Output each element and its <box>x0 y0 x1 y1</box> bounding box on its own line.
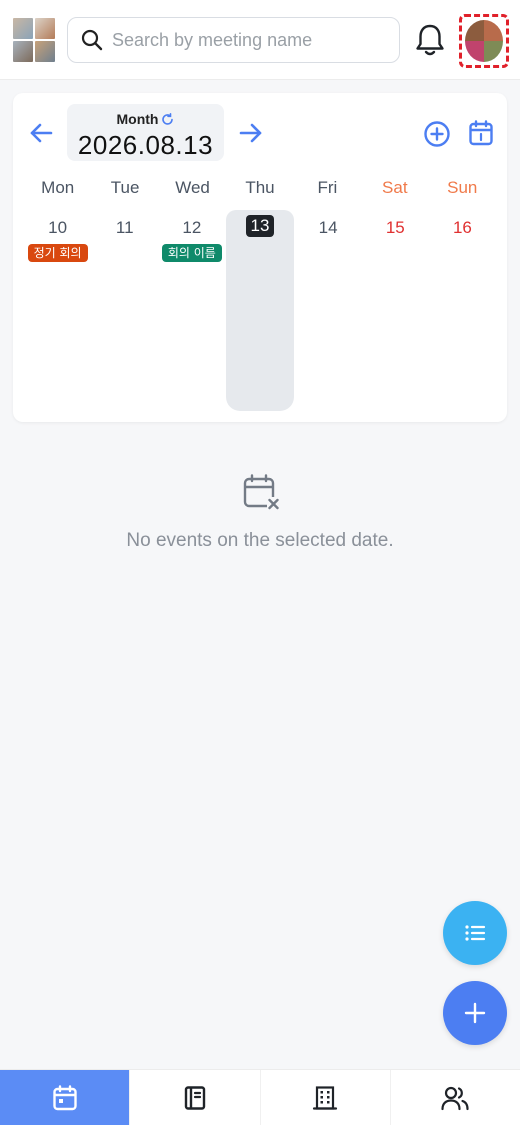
weekday-sat: Sat <box>382 178 408 197</box>
add-meeting-button[interactable] <box>443 981 507 1045</box>
plus-icon <box>464 1002 486 1024</box>
list-view-button[interactable] <box>443 901 507 965</box>
day-number: 16 <box>452 218 472 237</box>
day-cell[interactable]: 16 <box>429 210 496 411</box>
weekday-mon: Mon <box>41 178 75 197</box>
tab-notes[interactable] <box>130 1070 261 1125</box>
weekday-thu: Thu <box>245 178 275 197</box>
bell-icon[interactable] <box>413 22 447 58</box>
arrow-right-icon[interactable] <box>237 119 265 147</box>
refresh-icon <box>162 112 174 125</box>
calendar-card: Month 2026.08.13 Mon Tue Wed Thu Fri Sat… <box>13 93 507 422</box>
day-cell[interactable]: 11 <box>91 210 158 411</box>
event-tag[interactable]: 정기 회의 <box>27 244 88 262</box>
day-cell-today[interactable]: 13 <box>226 210 294 411</box>
search-input[interactable] <box>112 29 382 51</box>
view-mode-label: Month <box>116 111 159 127</box>
users-icon <box>441 1086 469 1110</box>
tab-members[interactable] <box>391 1070 520 1125</box>
page: Month 2026.08.13 Mon <box>0 0 520 1125</box>
tab-calendar[interactable] <box>0 1070 131 1125</box>
search-box[interactable] <box>67 17 400 63</box>
empty-state-message: No events on the selected date. <box>126 530 394 551</box>
calendar-icon[interactable] <box>467 119 495 147</box>
bottom-navigation <box>0 1069 520 1125</box>
list-icon <box>465 925 486 941</box>
top-bar <box>0 0 520 80</box>
arrow-left-icon[interactable] <box>27 119 55 147</box>
event-tag[interactable]: 회의 이름 <box>161 244 222 262</box>
weekday-sun: Sun <box>447 178 478 197</box>
add-circle-icon[interactable] <box>423 120 451 148</box>
day-cell[interactable]: 10 정기 회의 <box>24 210 91 411</box>
day-number-today: 13 <box>245 215 275 237</box>
building-icon <box>313 1085 338 1110</box>
day-cell[interactable]: 12 회의 이름 <box>158 210 225 411</box>
avatar <box>465 20 503 62</box>
day-number: 15 <box>385 218 405 237</box>
weekday-tue: Tue <box>110 178 140 197</box>
day-number: 12 <box>182 218 202 237</box>
weekday-wed: Wed <box>175 178 210 197</box>
day-number: 11 <box>115 218 134 237</box>
weekday-header: Mon Tue Wed Thu Fri Sat Sun <box>24 178 496 198</box>
notebook-icon <box>184 1085 206 1110</box>
date-selector[interactable]: Month 2026.08.13 <box>67 104 224 161</box>
calendar-icon <box>52 1084 77 1110</box>
week-days-row: 10 정기 회의 11 12 회의 이름 13 14 15 16 <box>24 210 496 411</box>
day-cell[interactable]: 15 <box>362 210 429 411</box>
day-number: 14 <box>318 218 338 237</box>
tab-organization[interactable] <box>261 1070 391 1125</box>
weekday-fri: Fri <box>317 178 338 197</box>
search-icon <box>81 29 103 51</box>
current-date: 2026.08.13 <box>77 130 214 160</box>
calendar-x-icon <box>243 474 280 510</box>
day-number: 10 <box>48 218 68 237</box>
profile-avatar-button[interactable] <box>459 14 509 68</box>
day-cell[interactable]: 14 <box>295 210 362 411</box>
app-logo[interactable] <box>13 18 55 62</box>
view-mode-toggle[interactable]: Month <box>117 111 175 127</box>
